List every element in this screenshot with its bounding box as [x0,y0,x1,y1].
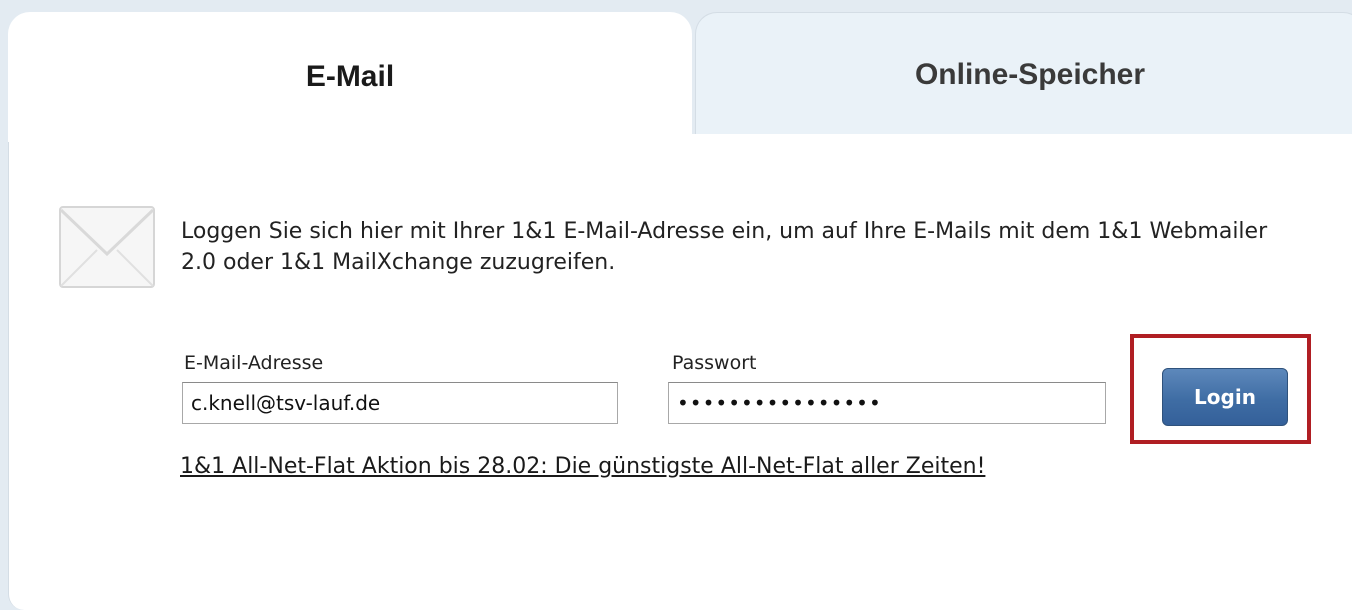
password-label: Passwort [672,352,757,374]
login-panel: E-Mail Online-Speicher Loggen Sie sich h… [8,12,1352,610]
promo-link[interactable]: 1&1 All-Net-Flat Aktion bis 28.02: Die g… [180,454,985,479]
email-field[interactable] [182,382,618,424]
email-label: E-Mail-Adresse [184,352,324,374]
envelope-icon [59,206,155,288]
tab-email[interactable]: E-Mail [8,12,692,142]
login-description: Loggen Sie sich hier mit Ihrer 1&1 E-Mai… [181,219,1268,275]
login-button[interactable]: Login [1162,368,1288,426]
tab-online-storage[interactable]: Online-Speicher [695,12,1352,136]
tab-content: Loggen Sie sich hier mit Ihrer 1&1 E-Mai… [8,134,1352,610]
password-field[interactable] [668,382,1106,424]
